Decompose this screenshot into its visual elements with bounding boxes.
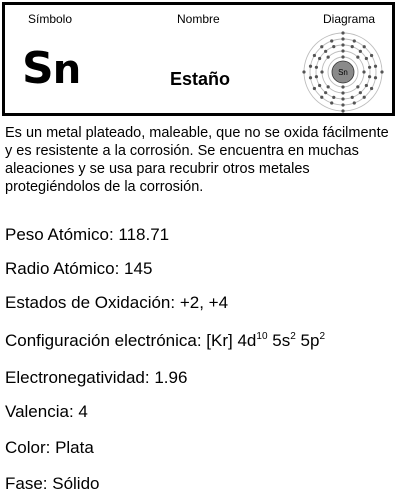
electron	[341, 37, 345, 41]
electron-configuration: Configuración electrónica: [Kr] 4d10 5s2…	[5, 331, 325, 351]
config-s-exponent: 2	[290, 331, 296, 342]
color: Color: Plata	[5, 438, 94, 457]
config-label: Configuración electrónica:	[5, 331, 202, 350]
valence: Valencia: 4	[5, 402, 88, 421]
electron	[373, 76, 378, 80]
electron	[380, 70, 384, 74]
electron	[324, 49, 328, 53]
electron	[318, 83, 322, 88]
electron	[369, 53, 374, 58]
electron	[341, 49, 345, 53]
electron	[358, 49, 362, 53]
electron	[367, 65, 372, 69]
electron	[362, 95, 366, 99]
element-name: Estaño	[170, 69, 231, 89]
electron	[341, 97, 345, 101]
electron	[341, 31, 345, 35]
electron	[326, 55, 330, 59]
atomic-radius: Radio Atómico: 145	[5, 259, 153, 278]
electron	[332, 95, 336, 99]
config-core: [Kr] 4d	[206, 331, 257, 350]
electron	[314, 75, 319, 79]
element-description: Es un metal plateado, maleable, que no s…	[5, 125, 389, 195]
electron	[320, 95, 324, 99]
electron	[352, 39, 356, 43]
electron	[332, 45, 336, 49]
electron	[358, 91, 362, 95]
electron	[302, 70, 306, 74]
electron	[341, 85, 345, 89]
electron	[324, 91, 328, 95]
electronegativity: Electronegatividad: 1.96	[5, 368, 188, 387]
electron	[312, 86, 317, 91]
electron	[356, 85, 360, 89]
nucleus-label: Sn	[338, 68, 348, 77]
electron	[341, 43, 345, 47]
element-symbol: Sn	[22, 47, 82, 93]
electron	[350, 95, 354, 99]
electron	[318, 56, 322, 61]
electron	[320, 70, 324, 74]
electron	[326, 85, 330, 89]
atomic-weight: Peso Atómico: 118.71	[5, 225, 170, 244]
electron	[320, 45, 324, 49]
electron	[341, 103, 345, 107]
element-card: Símbolo Nombre Diagrama Sn Estaño Sn	[2, 2, 395, 116]
config-p-exponent: 2	[319, 331, 325, 342]
electron	[308, 76, 313, 80]
electron	[312, 53, 317, 58]
oxidation-states: Estados de Oxidación: +2, +4	[5, 293, 229, 312]
element-symbol-initial: S	[22, 43, 54, 94]
electron	[373, 64, 378, 68]
electron	[314, 65, 319, 69]
symbol-column-label: Símbolo	[28, 12, 73, 26]
electron	[341, 109, 345, 113]
electron	[362, 45, 366, 49]
electron	[308, 64, 313, 68]
electron	[362, 70, 366, 74]
electron	[330, 39, 334, 43]
electron	[369, 86, 374, 91]
electron	[364, 83, 368, 88]
electron	[341, 91, 345, 95]
element-symbol-rest: n	[52, 47, 82, 93]
config-p: 5p	[300, 331, 320, 350]
bohr-diagram: Sn	[302, 31, 384, 113]
name-column-label: Nombre	[177, 12, 220, 26]
electron	[356, 55, 360, 59]
electron	[341, 55, 345, 59]
phase: Fase: Sólido	[5, 474, 100, 493]
electron	[350, 45, 354, 49]
diagram-column-label: Diagrama	[323, 12, 376, 26]
electron	[330, 101, 334, 105]
config-d-exponent: 10	[256, 331, 268, 342]
config-s: 5s	[272, 331, 291, 350]
electron	[364, 56, 368, 61]
electron	[352, 101, 356, 105]
electron	[367, 75, 372, 79]
